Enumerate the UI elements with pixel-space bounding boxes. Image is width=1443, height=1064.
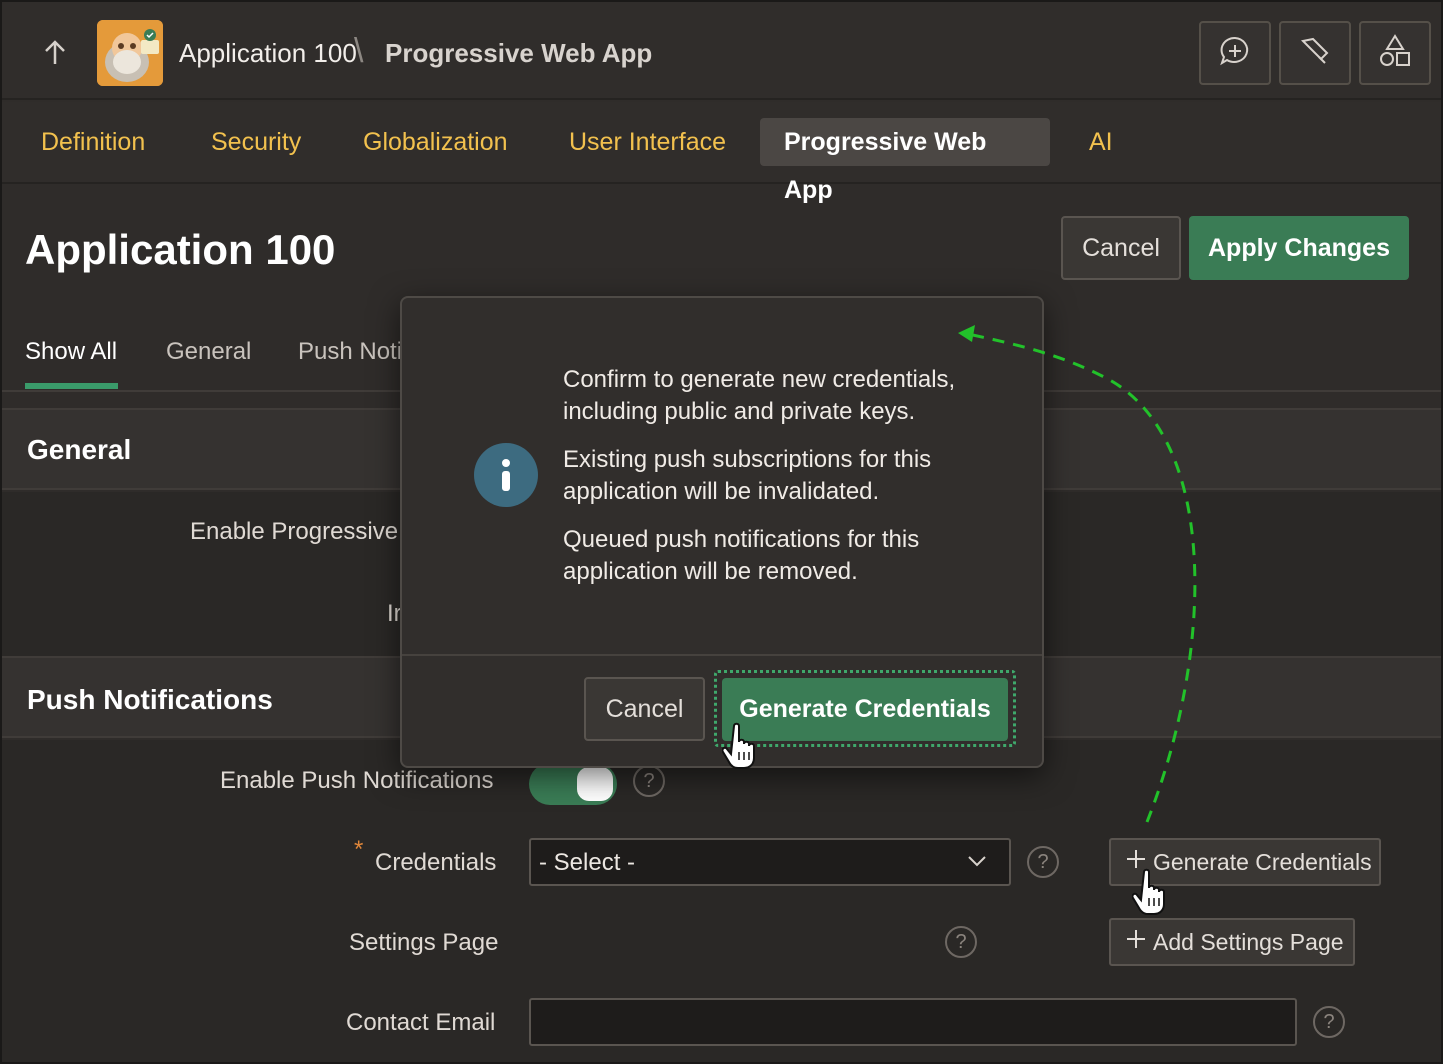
annotation-arrow [958,325,1197,823]
